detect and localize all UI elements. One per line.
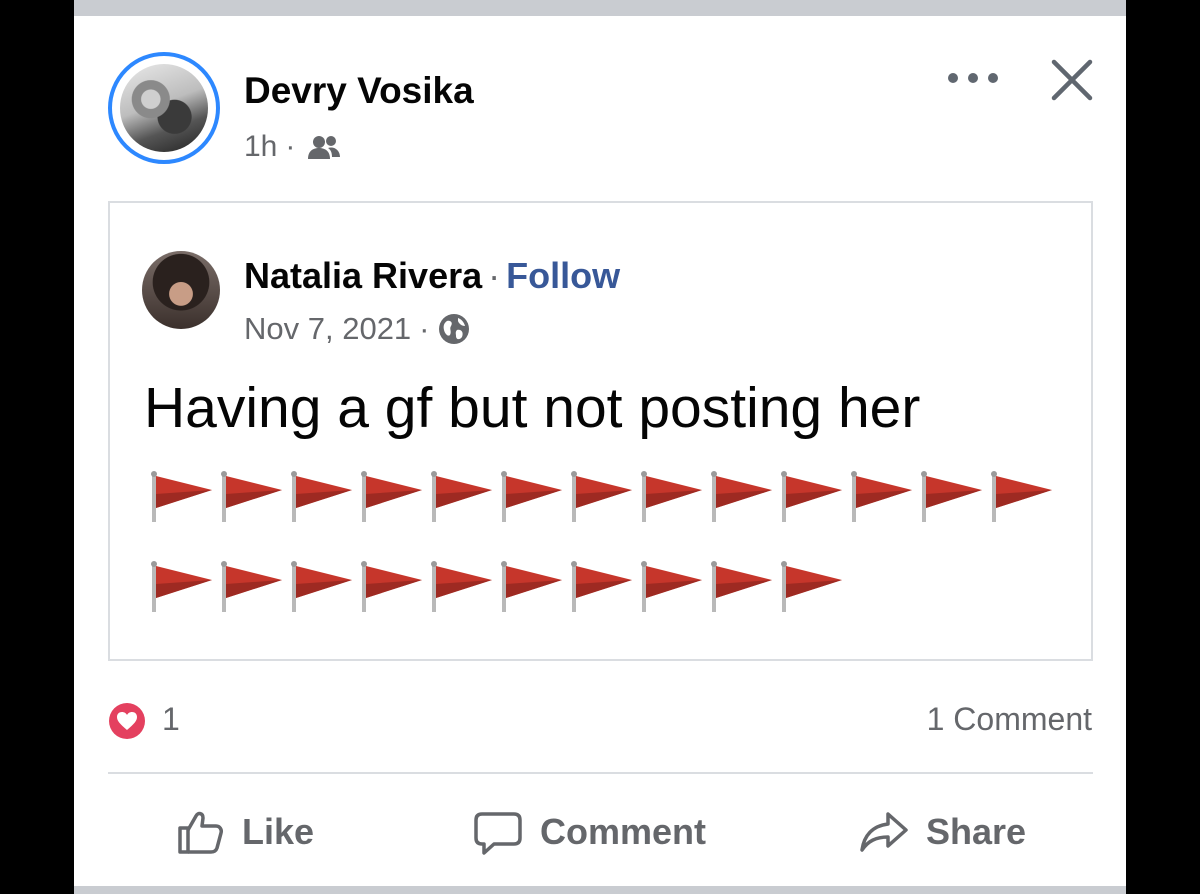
share-label: Share [926, 811, 1027, 852]
triangular-red-flag-icon [711, 561, 772, 612]
shared-meta-separator: · [419, 311, 430, 346]
shared-author-name[interactable]: Natalia Rivera [244, 255, 482, 296]
globe-icon [438, 314, 469, 344]
card-top-strip [74, 0, 1126, 16]
triangular-red-flag-icon [361, 561, 422, 612]
divider [108, 772, 1093, 774]
comment-label: Comment [540, 811, 707, 852]
triangular-red-flag-icon [291, 561, 352, 612]
reaction-count[interactable]: 1 [162, 701, 180, 738]
card-bottom-strip [74, 886, 1126, 894]
triangular-red-flag-icon [711, 471, 772, 522]
triangular-red-flag-icon [431, 561, 492, 612]
triangular-red-flag-icon [571, 471, 632, 522]
share-arrow-icon [860, 812, 908, 852]
author-avatar-image [120, 64, 208, 152]
like-button[interactable]: Like [174, 800, 314, 864]
triangular-red-flag-icon [571, 561, 632, 612]
triangular-red-flag-icon [641, 561, 702, 612]
comment-bubble-icon [474, 812, 522, 855]
share-button[interactable]: Share [858, 800, 1026, 864]
shared-post-text: Having a gf but not posting her [144, 376, 921, 440]
triangular-red-flag-icon [361, 471, 422, 522]
close-icon[interactable] [1048, 56, 1096, 104]
friends-icon [308, 136, 341, 159]
triangular-red-flag-icon [851, 471, 912, 522]
post-card: Devry Vosika 1h · Natalia Rivera · Follow … [74, 0, 1126, 894]
triangular-red-flag-icon [921, 471, 982, 522]
thumbs-up-icon [178, 811, 223, 854]
like-label: Like [242, 811, 315, 852]
shared-post-meta: Nov 7, 2021 · [244, 311, 470, 347]
triangular-red-flag-icon [151, 471, 212, 522]
meta-separator: · [285, 130, 296, 163]
heart-reaction-icon[interactable] [108, 702, 146, 740]
post-meta: 1h · [244, 130, 341, 164]
triangular-red-flag-icon [781, 471, 842, 522]
triangular-red-flag-icon [221, 561, 282, 612]
more-options-icon[interactable] [948, 58, 998, 98]
shared-author-avatar[interactable] [142, 251, 220, 329]
triangular-red-flag-icon [991, 471, 1052, 522]
author-avatar[interactable] [108, 52, 220, 164]
shared-post[interactable]: Natalia Rivera · Follow Nov 7, 2021 · Havi… [108, 201, 1093, 661]
post-time[interactable]: 1h [244, 130, 277, 164]
name-separator: · [488, 255, 501, 296]
triangular-red-flag-icon [431, 471, 492, 522]
follow-link[interactable]: Follow [506, 255, 620, 296]
triangular-red-flag-icon [151, 561, 212, 612]
triangular-red-flag-icon [641, 471, 702, 522]
comment-count[interactable]: 1 Comment [927, 701, 1092, 738]
flags-row-1 [146, 468, 1056, 526]
shared-name-row: Natalia Rivera · Follow [244, 255, 620, 297]
shared-post-date[interactable]: Nov 7, 2021 [244, 311, 411, 347]
triangular-red-flag-icon [501, 561, 562, 612]
triangular-red-flag-icon [291, 471, 352, 522]
triangular-red-flag-icon [501, 471, 562, 522]
author-name[interactable]: Devry Vosika [244, 70, 474, 112]
triangular-red-flag-icon [221, 471, 282, 522]
flags-row-2 [146, 558, 846, 616]
comment-button[interactable]: Comment [472, 800, 706, 864]
triangular-red-flag-icon [781, 561, 842, 612]
